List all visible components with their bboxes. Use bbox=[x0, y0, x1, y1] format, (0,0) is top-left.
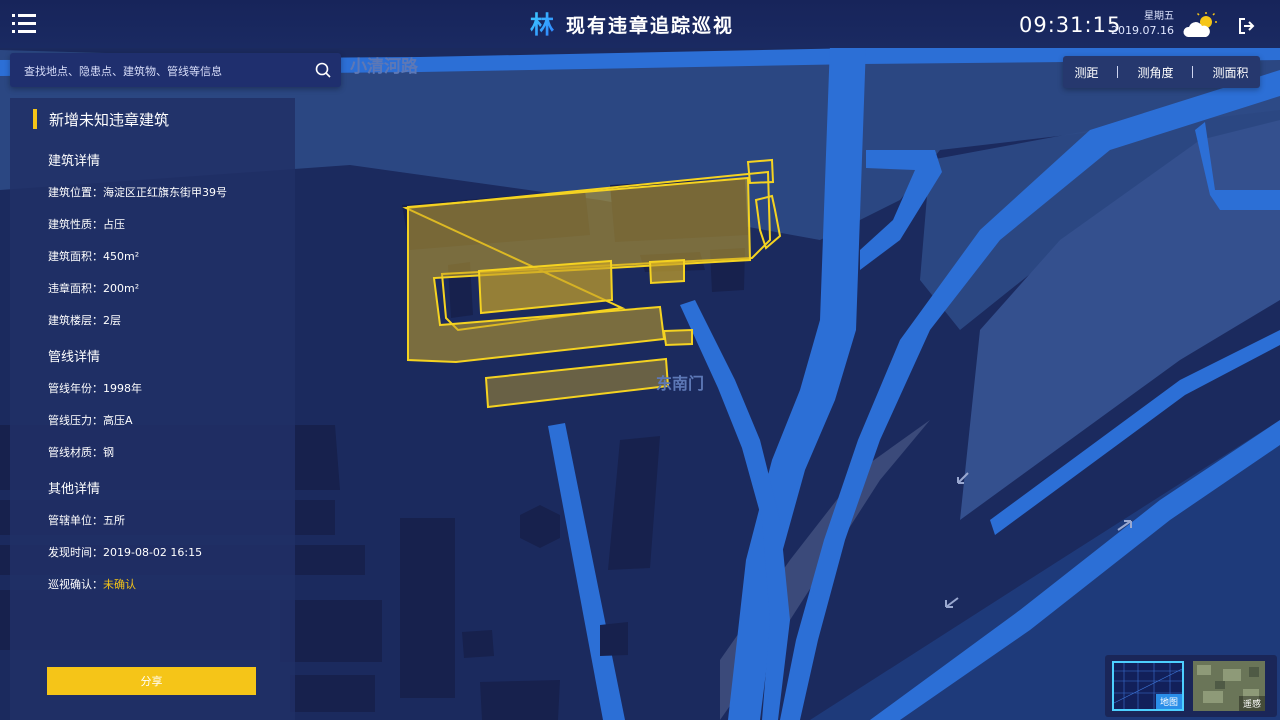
row-value: 五所 bbox=[103, 514, 125, 527]
section-building-title: 建筑详情 bbox=[48, 154, 101, 169]
row-value: 200m² bbox=[103, 282, 140, 295]
layer-switcher: 地图 遥感 bbox=[1105, 655, 1277, 717]
row-label: 建筑位置： bbox=[48, 186, 103, 199]
measure-area-button[interactable]: 测面积 bbox=[1208, 64, 1252, 81]
row-value: 450m² bbox=[103, 250, 140, 263]
satellite-layer-label: 遥感 bbox=[1238, 696, 1265, 711]
detail-row: 违章面积：200m² bbox=[48, 280, 139, 296]
clock: 09:31:15 bbox=[1019, 13, 1122, 37]
row-label: 建筑性质： bbox=[48, 218, 103, 231]
road-label: 小清河路 bbox=[350, 56, 419, 77]
row-label: 管线材质： bbox=[48, 446, 103, 459]
section-other-title: 其他详情 bbox=[48, 482, 101, 497]
panel-title: 新增未知违章建筑 bbox=[49, 111, 170, 129]
row-value: 海淀区正红旗东街甲39号 bbox=[103, 186, 227, 199]
detail-panel: 新增未知违章建筑 建筑详情 建筑位置：海淀区正红旗东街甲39号 建筑性质：占压 … bbox=[10, 98, 295, 720]
app-logo: 林 bbox=[530, 11, 554, 37]
detail-row: 建筑面积：450m² bbox=[48, 248, 139, 264]
weekday: 星期五 bbox=[1144, 11, 1174, 22]
date: 2019.07.16 bbox=[1111, 24, 1174, 37]
detail-row: 管线压力：高压A bbox=[48, 412, 133, 428]
top-bar: 林 现有违章追踪巡视 09:31:15 星期五 2019.07.16 bbox=[0, 0, 1280, 48]
detail-row: 建筑位置：海淀区正红旗东街甲39号 bbox=[48, 184, 227, 200]
page-title: 现有违章追踪巡视 bbox=[566, 14, 735, 37]
detail-row: 管线材质：钢 bbox=[48, 444, 114, 460]
logout-icon[interactable] bbox=[1238, 17, 1256, 35]
search-icon[interactable] bbox=[315, 62, 331, 78]
row-label: 建筑楼层： bbox=[48, 314, 103, 327]
row-value: 高压A bbox=[103, 414, 133, 427]
row-label: 管辖单位： bbox=[48, 514, 103, 527]
row-label: 巡视确认： bbox=[48, 578, 103, 591]
detail-row: 发现时间：2019-08-02 16:15 bbox=[48, 544, 202, 560]
row-label: 违章面积： bbox=[48, 282, 103, 295]
search-box bbox=[10, 53, 341, 87]
status-value: 未确认 bbox=[103, 578, 136, 591]
satellite-layer-button[interactable]: 遥感 bbox=[1193, 661, 1265, 711]
row-value: 占压 bbox=[103, 218, 125, 231]
toolbar-divider bbox=[1117, 66, 1119, 78]
row-label: 管线压力： bbox=[48, 414, 103, 427]
logo-text: 林 bbox=[530, 11, 554, 37]
row-value: 1998年 bbox=[103, 382, 142, 395]
measure-angle-button[interactable]: 测角度 bbox=[1133, 64, 1177, 81]
detail-row: 管线年份：1998年 bbox=[48, 380, 142, 396]
row-value: 2019-08-02 16:15 bbox=[103, 546, 203, 559]
partly-cloudy-icon bbox=[1183, 12, 1217, 37]
map-layer-button[interactable]: 地图 bbox=[1112, 661, 1184, 711]
menu-icon[interactable] bbox=[12, 12, 36, 34]
detail-row: 建筑性质：占压 bbox=[48, 216, 125, 232]
section-pipeline-title: 管线详情 bbox=[48, 350, 101, 365]
gate-label: 东南门 bbox=[656, 374, 704, 393]
measure-distance-button[interactable]: 测距 bbox=[1070, 64, 1102, 81]
row-value: 2层 bbox=[103, 314, 121, 327]
row-value: 钢 bbox=[103, 446, 114, 459]
row-label: 建筑面积： bbox=[48, 250, 103, 263]
title-accent bbox=[33, 109, 37, 129]
row-label: 发现时间： bbox=[48, 546, 103, 559]
search-input[interactable] bbox=[22, 62, 306, 80]
row-label: 管线年份： bbox=[48, 382, 103, 395]
app-title: 林 现有违章追踪巡视 bbox=[530, 10, 734, 38]
detail-row: 巡视确认：未确认 bbox=[48, 576, 136, 592]
toolbar-divider bbox=[1192, 66, 1194, 78]
measure-toolbar: 测距 测角度 测面积 bbox=[1063, 56, 1260, 88]
date-block: 星期五 2019.07.16 bbox=[1110, 10, 1174, 38]
share-button[interactable]: 分享 bbox=[47, 667, 256, 695]
detail-row: 建筑楼层：2层 bbox=[48, 312, 121, 328]
detail-row: 管辖单位：五所 bbox=[48, 512, 125, 528]
map-layer-label: 地图 bbox=[1155, 694, 1182, 709]
